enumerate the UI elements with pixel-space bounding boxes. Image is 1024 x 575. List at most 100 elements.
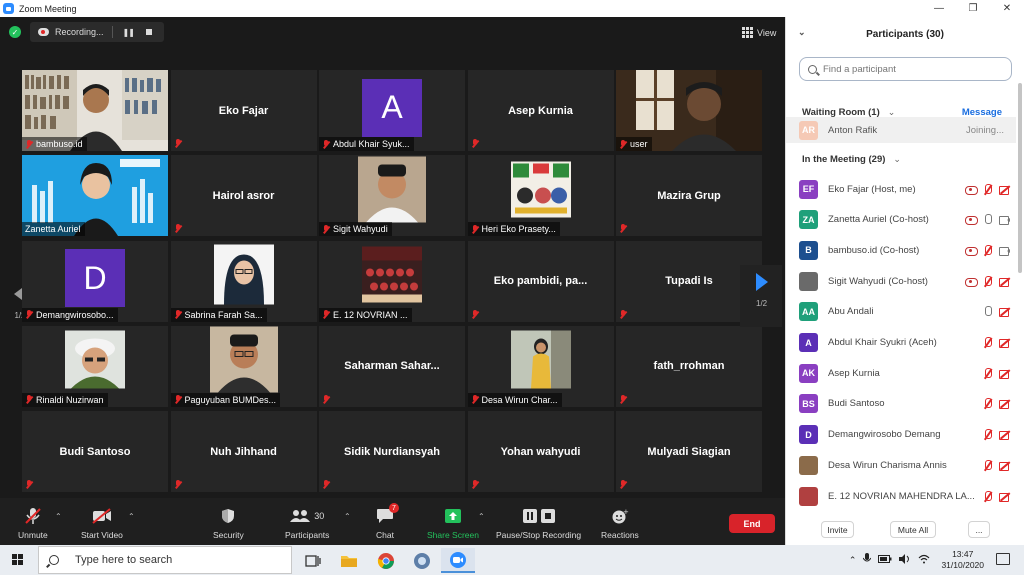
participant-row[interactable]: D Demangwirosobo Demang bbox=[786, 420, 1016, 450]
camera-off-icon[interactable] bbox=[999, 184, 1010, 195]
next-page-button[interactable]: 1/2 bbox=[740, 265, 782, 327]
participant-search[interactable] bbox=[799, 57, 1012, 81]
microphone-icon[interactable] bbox=[982, 306, 993, 317]
camera-off-icon[interactable] bbox=[999, 368, 1010, 379]
minimize-button[interactable]: — bbox=[922, 0, 956, 17]
microphone-icon[interactable] bbox=[863, 553, 872, 567]
recording-icon[interactable] bbox=[965, 214, 978, 226]
waiting-participant-row[interactable]: AR Anton Rafik Joining... bbox=[786, 117, 1016, 143]
participant-row[interactable]: Bbambuso.id (Co-host) bbox=[786, 235, 1016, 265]
mic-muted-icon[interactable] bbox=[982, 244, 993, 256]
unmute-button[interactable]: Unmute bbox=[18, 506, 48, 540]
participant-tile[interactable]: Nuh Jihhand bbox=[170, 411, 317, 493]
taskbar-clock[interactable]: 13:47 31/10/2020 bbox=[941, 549, 984, 571]
encryption-shield-icon[interactable]: ✓ bbox=[9, 26, 21, 38]
mic-muted-icon[interactable] bbox=[982, 275, 993, 287]
camera-off-icon[interactable] bbox=[999, 276, 1010, 287]
participant-tile[interactable]: Heri Eko Prasety... bbox=[467, 155, 614, 237]
participant-tile[interactable]: Mazira Grup bbox=[616, 155, 762, 237]
participant-tile[interactable]: Sidik Nurdiansyah bbox=[319, 411, 465, 493]
participant-row[interactable]: ZA Zanetta Auriel (Co-host) bbox=[786, 205, 1016, 235]
participant-tile[interactable]: Hairol asror bbox=[170, 155, 317, 237]
participant-tile[interactable]: Eko pambidi, pa... bbox=[467, 240, 614, 322]
mic-muted-icon[interactable] bbox=[982, 337, 993, 348]
app-icon[interactable] bbox=[405, 548, 439, 573]
participant-tile[interactable]: user bbox=[616, 70, 762, 151]
file-explorer-icon[interactable] bbox=[332, 548, 366, 573]
pause-recording-icon[interactable]: ❚❚ bbox=[123, 28, 135, 37]
pause-stop-recording-button[interactable]: Pause/Stop Recording bbox=[496, 506, 581, 540]
camera-icon[interactable] bbox=[999, 245, 1010, 256]
mic-muted-icon[interactable] bbox=[982, 459, 993, 471]
participant-tile[interactable]: Asep Kurnia bbox=[467, 70, 614, 151]
participant-row[interactable]: BS Budi Santoso bbox=[786, 389, 1016, 419]
restore-button[interactable]: ❐ bbox=[956, 0, 990, 17]
taskbar-search[interactable]: Type here to search bbox=[38, 546, 292, 574]
share-screen-button[interactable]: Share Screen bbox=[427, 506, 479, 540]
share-options-caret[interactable]: ⌃ bbox=[478, 512, 485, 521]
volume-icon[interactable] bbox=[899, 554, 911, 566]
task-view-icon[interactable] bbox=[296, 548, 330, 573]
participant-tile[interactable]: E. 12 NOVRIAN ... bbox=[319, 240, 465, 322]
participant-row[interactable]: E. 12 NOVRIAN MAHENDRA LA... bbox=[786, 481, 1016, 511]
camera-icon[interactable] bbox=[999, 214, 1010, 226]
view-button[interactable]: View bbox=[742, 27, 776, 38]
collapse-chevron-icon[interactable]: ⌄ bbox=[798, 27, 806, 38]
mic-muted-icon[interactable] bbox=[982, 490, 993, 502]
camera-off-icon[interactable] bbox=[999, 491, 1010, 502]
microphone-icon[interactable] bbox=[982, 214, 993, 225]
participant-tile[interactable]: Yohan wahyudi bbox=[467, 411, 614, 493]
participant-tile[interactable]: Rinaldi Nuzirwan bbox=[22, 325, 168, 407]
stop-recording-icon[interactable] bbox=[145, 29, 152, 35]
participant-row[interactable]: Sigit Wahyudi (Co-host) bbox=[786, 266, 1016, 296]
mic-muted-icon[interactable] bbox=[982, 429, 993, 440]
battery-icon[interactable] bbox=[878, 555, 892, 565]
participant-tile[interactable]: bambuso.id bbox=[22, 70, 168, 151]
participant-tile[interactable]: Sabrina Farah Sa... bbox=[170, 240, 317, 322]
participant-row[interactable]: EF Eko Fajar (Host, me) bbox=[786, 174, 1016, 204]
participant-tile[interactable]: Sigit Wahyudi bbox=[319, 155, 465, 237]
recording-icon[interactable] bbox=[965, 184, 978, 195]
participant-tile[interactable]: Paguyuban BUMDes... bbox=[170, 325, 317, 407]
recording-icon[interactable] bbox=[965, 276, 978, 287]
camera-off-icon[interactable] bbox=[999, 306, 1010, 318]
windows-start-icon[interactable] bbox=[12, 554, 23, 565]
zoom-taskbar-icon[interactable] bbox=[441, 548, 475, 573]
participant-tile[interactable]: Eko Fajar bbox=[170, 70, 317, 151]
participant-tile[interactable]: Budi Santoso bbox=[22, 411, 168, 493]
participants-button[interactable]: 30 Participants bbox=[285, 506, 329, 540]
show-hidden-icons-icon[interactable]: ⌃ bbox=[849, 555, 857, 566]
wifi-icon[interactable] bbox=[918, 554, 930, 566]
participant-tile[interactable]: Zanetta Auriel bbox=[22, 155, 168, 237]
participant-row[interactable]: A Abdul Khair Syukri (Aceh) bbox=[786, 328, 1016, 358]
participant-tile[interactable]: Desa Wirun Char... bbox=[467, 325, 614, 407]
participant-tile[interactable]: fath_rrohman bbox=[616, 325, 762, 407]
chat-button[interactable]: 7 Chat bbox=[376, 503, 399, 540]
participant-tile[interactable]: Mulyadi Siagian bbox=[616, 411, 762, 493]
video-options-caret[interactable]: ⌃ bbox=[128, 512, 135, 521]
mute-all-button[interactable]: Mute All bbox=[890, 521, 936, 538]
camera-off-icon[interactable] bbox=[999, 460, 1010, 471]
participant-tile[interactable]: A Abdul Khair Syuk... bbox=[319, 70, 465, 151]
participants-options-caret[interactable]: ⌃ bbox=[344, 512, 351, 521]
mic-muted-icon[interactable] bbox=[982, 183, 993, 195]
chrome-icon[interactable] bbox=[369, 548, 403, 573]
close-button[interactable]: ✕ bbox=[990, 0, 1024, 17]
in-meeting-header[interactable]: In the Meeting (29) ⌄ bbox=[786, 146, 1016, 172]
participant-tile[interactable]: D Demangwirosobo... bbox=[22, 240, 168, 322]
participant-search-input[interactable] bbox=[823, 63, 993, 75]
recording-icon[interactable] bbox=[965, 245, 978, 256]
participant-row[interactable]: Desa Wirun Charisma Annis bbox=[786, 450, 1016, 480]
participant-row[interactable]: AK Asep Kurnia bbox=[786, 358, 1016, 388]
security-button[interactable]: Security bbox=[213, 506, 244, 540]
panel-scrollbar[interactable] bbox=[1018, 83, 1022, 273]
camera-off-icon[interactable] bbox=[999, 429, 1010, 441]
camera-off-icon[interactable] bbox=[999, 398, 1010, 410]
invite-button[interactable]: Invite bbox=[821, 521, 854, 538]
camera-off-icon[interactable] bbox=[999, 337, 1010, 348]
participant-tile[interactable]: Saharman Sahar... bbox=[319, 325, 465, 407]
reactions-button[interactable]: + Reactions bbox=[601, 506, 639, 540]
mic-muted-icon[interactable] bbox=[982, 398, 993, 409]
end-meeting-button[interactable]: End bbox=[729, 514, 775, 533]
message-waiting-link[interactable]: Message bbox=[962, 107, 1002, 118]
